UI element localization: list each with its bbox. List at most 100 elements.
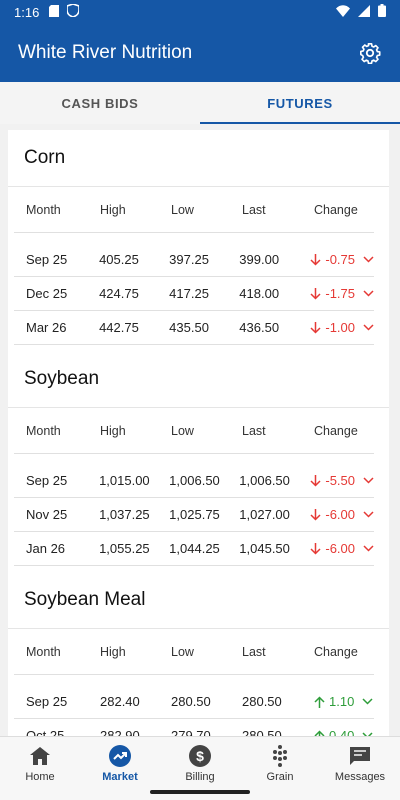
col-month: Month xyxy=(26,424,61,438)
nav-grain[interactable]: Grain xyxy=(240,737,320,800)
row-high: 282.90 xyxy=(100,728,140,736)
col-high: High xyxy=(100,203,126,217)
table-header: Month High Low Last Change xyxy=(14,630,374,675)
row-low: 1,044.25 xyxy=(169,541,220,556)
row-month: Jan 26 xyxy=(26,541,66,556)
row-month: Sep 25 xyxy=(26,473,68,488)
chevron-down-icon[interactable] xyxy=(363,324,374,331)
change-value: -0.75 xyxy=(325,252,356,267)
gesture-handle[interactable] xyxy=(150,790,250,794)
futures-table-soybean-meal: Month High Low Last Change Sep 25 282.40… xyxy=(14,630,374,736)
row-change: -0.75 xyxy=(300,252,374,267)
battery-icon xyxy=(378,4,386,20)
change-value: 1.10 xyxy=(329,694,355,709)
col-high: High xyxy=(100,645,126,659)
section-title-soybean: Soybean xyxy=(8,351,389,408)
arrow-down-icon xyxy=(310,542,321,555)
table-row[interactable]: Dec 25 424.75 417.25 418.00 -1.75 xyxy=(14,277,374,311)
row-high: 282.40 xyxy=(100,694,140,709)
row-month: Nov 25 xyxy=(26,507,68,522)
table-row[interactable]: Mar 26 442.75 435.50 436.50 -1.00 xyxy=(14,311,374,345)
nav-billing-label: Billing xyxy=(185,771,215,783)
row-last: 1,006.50 xyxy=(239,473,290,488)
table-row[interactable]: Sep 25 405.25 397.25 399.00 -0.75 xyxy=(14,243,374,277)
row-last: 1,027.00 xyxy=(239,507,290,522)
home-icon xyxy=(29,745,51,767)
row-low: 1,025.75 xyxy=(169,507,220,522)
nav-market[interactable]: Market xyxy=(80,737,160,800)
messages-icon xyxy=(349,745,371,767)
col-low: Low xyxy=(171,424,194,438)
row-change: 1.10 xyxy=(304,694,374,709)
billing-icon: $ xyxy=(189,745,211,767)
status-bar: 1:16 xyxy=(0,0,400,24)
row-low: 279.70 xyxy=(171,728,211,736)
row-last: 399.00 xyxy=(239,252,280,267)
row-high: 424.75 xyxy=(99,286,139,301)
col-month: Month xyxy=(26,203,61,217)
row-high: 1,055.25 xyxy=(99,541,150,556)
chevron-down-icon[interactable] xyxy=(363,545,374,552)
arrow-down-icon xyxy=(310,287,321,300)
table-header: Month High Low Last Change xyxy=(14,409,374,454)
wifi-icon xyxy=(336,4,350,20)
row-high: 442.75 xyxy=(99,320,139,335)
chevron-down-icon[interactable] xyxy=(363,477,374,484)
arrow-down-icon xyxy=(310,253,321,266)
bottom-nav: Home Market $ Billing Grain Messages xyxy=(0,736,400,800)
chevron-down-icon[interactable] xyxy=(363,290,374,297)
row-last: 436.50 xyxy=(239,320,280,335)
nav-market-label: Market xyxy=(102,771,138,783)
chevron-down-icon[interactable] xyxy=(363,256,374,263)
col-change: Change xyxy=(314,203,358,217)
col-change: Change xyxy=(314,645,358,659)
col-low: Low xyxy=(171,203,194,217)
row-month: Sep 25 xyxy=(26,694,68,709)
table-row[interactable]: Sep 25 1,015.00 1,006.50 1,006.50 -5.50 xyxy=(14,464,374,498)
row-last: 418.00 xyxy=(239,286,280,301)
row-month: Dec 25 xyxy=(26,286,68,301)
row-change: -6.00 xyxy=(300,541,374,556)
nav-messages[interactable]: Messages xyxy=(320,737,400,800)
grain-icon xyxy=(269,745,291,767)
table-row[interactable]: Jan 26 1,055.25 1,044.25 1,045.50 -6.00 xyxy=(14,532,374,566)
col-last: Last xyxy=(242,203,266,217)
row-last: 280.50 xyxy=(242,694,282,709)
tab-futures[interactable]: FUTURES xyxy=(200,82,400,124)
change-value: -1.00 xyxy=(325,320,356,335)
row-change: -1.00 xyxy=(300,320,374,335)
chevron-down-icon[interactable] xyxy=(363,511,374,518)
tab-cash-bids[interactable]: CASH BIDS xyxy=(0,82,200,124)
col-month: Month xyxy=(26,645,61,659)
table-row[interactable]: Nov 25 1,037.25 1,025.75 1,027.00 -6.00 xyxy=(14,498,374,532)
app-bar: White River Nutrition xyxy=(0,24,400,82)
col-last: Last xyxy=(242,645,266,659)
row-high: 1,037.25 xyxy=(99,507,150,522)
status-time: 1:16 xyxy=(14,4,40,20)
row-month: Sep 25 xyxy=(26,252,68,267)
nav-grain-label: Grain xyxy=(266,771,294,783)
market-icon xyxy=(109,745,131,767)
settings-gear-icon[interactable] xyxy=(358,41,382,65)
row-last: 280.50 xyxy=(242,728,282,736)
chevron-down-icon[interactable] xyxy=(362,698,373,705)
col-last: Last xyxy=(242,424,266,438)
row-change: -1.75 xyxy=(300,286,374,301)
change-value: -5.50 xyxy=(325,473,356,488)
change-value: 0.40 xyxy=(329,728,355,736)
section-title-corn: Corn xyxy=(8,130,389,187)
nav-home[interactable]: Home xyxy=(0,737,80,800)
futures-list[interactable]: Corn Month High Low Last Change Sep 25 4… xyxy=(8,130,389,736)
signal-icon xyxy=(358,4,370,20)
row-low: 280.50 xyxy=(171,694,211,709)
app-title: White River Nutrition xyxy=(18,42,193,63)
table-row[interactable]: Sep 25 282.40 280.50 280.50 1.10 xyxy=(14,685,374,719)
row-high: 1,015.00 xyxy=(99,473,150,488)
row-change: -6.00 xyxy=(300,507,374,522)
row-low: 417.25 xyxy=(169,286,209,301)
arrow-down-icon xyxy=(310,474,321,487)
col-low: Low xyxy=(171,645,194,659)
table-row[interactable]: Oct 25 282.90 279.70 280.50 0.40 xyxy=(14,719,374,736)
row-low: 1,006.50 xyxy=(169,473,220,488)
arrow-down-icon xyxy=(310,508,321,521)
